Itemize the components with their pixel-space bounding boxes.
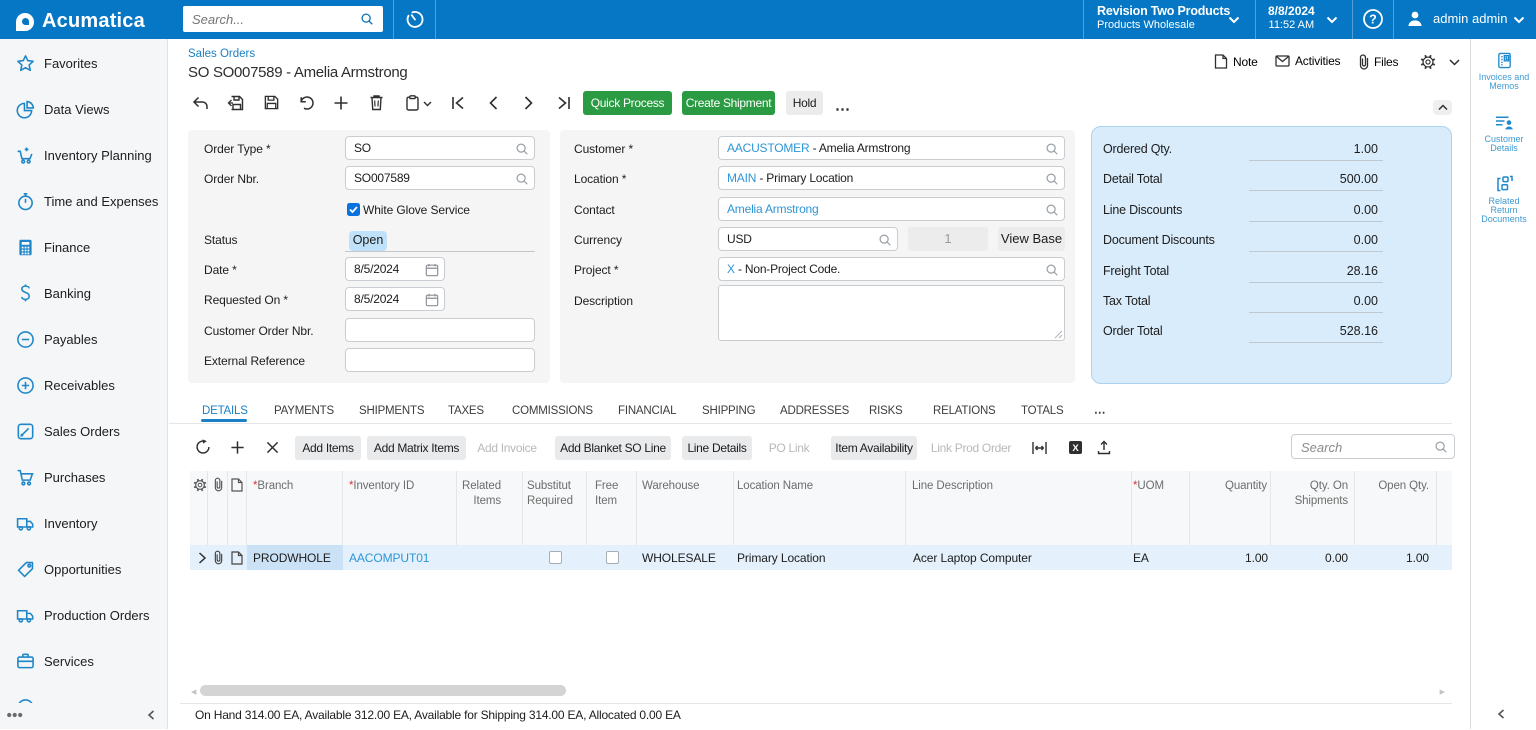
svg-text:X: X xyxy=(1072,443,1079,454)
svg-text:?: ? xyxy=(1369,13,1377,27)
